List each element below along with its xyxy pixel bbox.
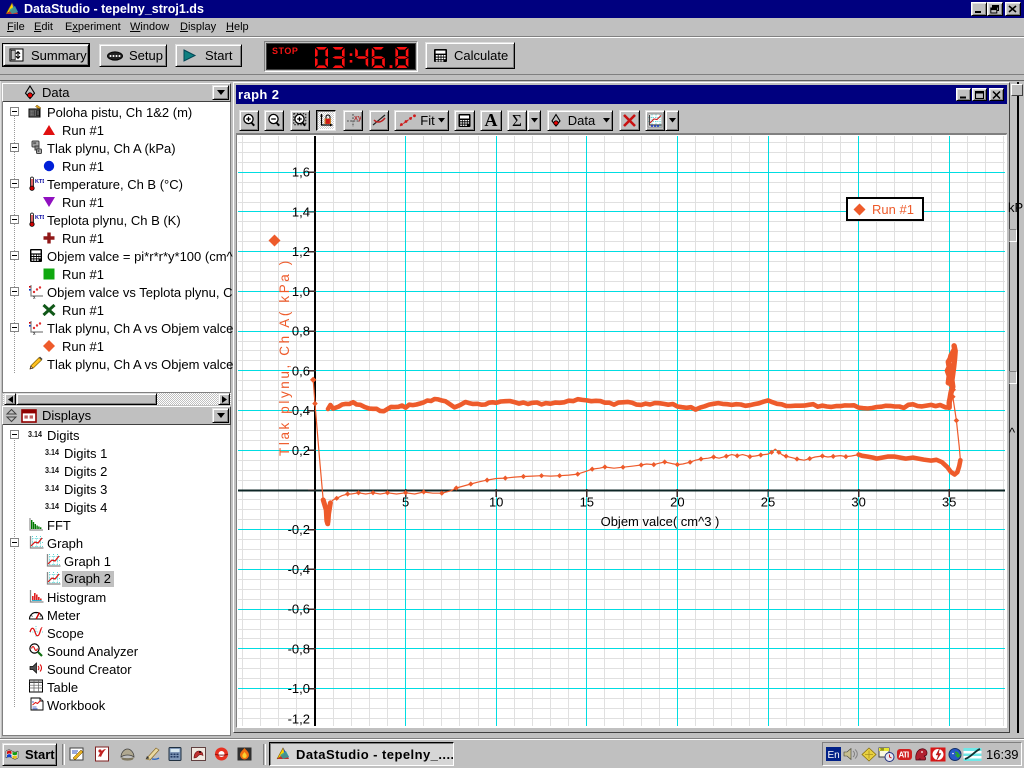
svg-text:0,6: 0,6 — [292, 363, 310, 378]
svg-text:En: En — [828, 750, 840, 761]
svg-text:0,2: 0,2 — [292, 443, 310, 458]
svg-text:20: 20 — [670, 495, 684, 510]
svg-text:-1,0: -1,0 — [288, 681, 310, 696]
svg-text:KTD: KTD — [35, 179, 44, 185]
svg-text:0,4: 0,4 — [292, 403, 310, 418]
svg-text:3.14: 3.14 — [28, 429, 42, 439]
svg-text:-0,8: -0,8 — [288, 641, 310, 656]
svg-text:-1,2: -1,2 — [288, 712, 310, 727]
svg-text:xy: xy — [354, 115, 361, 122]
svg-text:KTD: KTD — [35, 215, 44, 221]
svg-text:3.14: 3.14 — [45, 501, 59, 511]
svg-text:5: 5 — [402, 495, 409, 510]
svg-text:0,8: 0,8 — [292, 324, 310, 339]
svg-text:-0,2: -0,2 — [288, 522, 310, 537]
svg-text:1,2: 1,2 — [292, 244, 310, 259]
svg-text:3.14: 3.14 — [45, 483, 59, 493]
svg-text:30: 30 — [851, 495, 865, 510]
svg-text:Tlak plynu, Ch A( kPa ): Tlak plynu, Ch A( kPa ) — [277, 258, 292, 456]
svg-text:15: 15 — [580, 495, 594, 510]
svg-text:1,4: 1,4 — [292, 205, 310, 220]
svg-text:3.14: 3.14 — [45, 465, 59, 475]
svg-text:35: 35 — [942, 495, 956, 510]
svg-text:10: 10 — [489, 495, 503, 510]
svg-text:3.14: 3.14 — [45, 447, 59, 457]
svg-text:38: 38 — [880, 748, 884, 752]
svg-text:ATI: ATI — [899, 751, 909, 760]
svg-text:25: 25 — [761, 495, 775, 510]
svg-text:Objem valce( cm^3 ): Objem valce( cm^3 ) — [601, 514, 720, 529]
svg-text:1,0: 1,0 — [292, 284, 310, 299]
svg-text:-0,6: -0,6 — [288, 602, 310, 617]
svg-text:-0,4: -0,4 — [288, 562, 310, 577]
svg-text:1,6: 1,6 — [292, 165, 310, 180]
